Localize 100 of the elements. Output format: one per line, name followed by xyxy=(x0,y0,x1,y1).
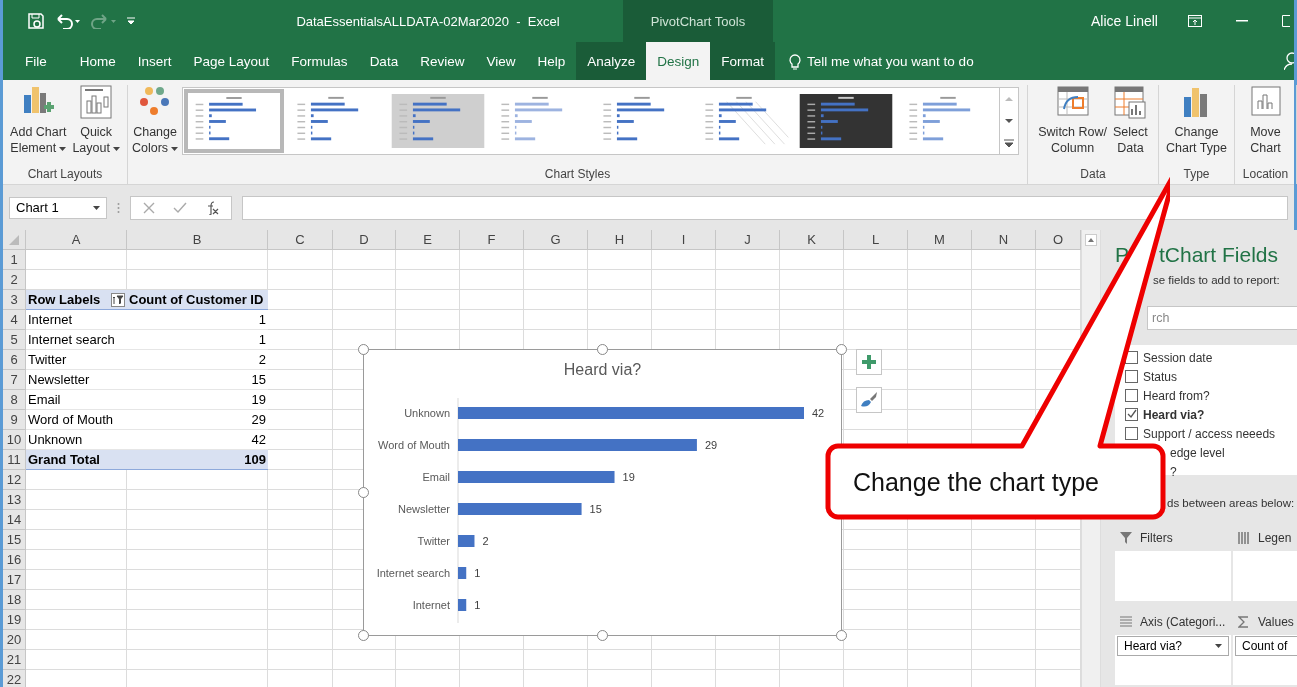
area-label: Values xyxy=(1258,615,1294,629)
table-cell: Unknown xyxy=(26,430,127,450)
area-label: Axis (Categori... xyxy=(1140,615,1226,629)
column-header[interactable]: G xyxy=(524,230,588,250)
column-header[interactable]: E xyxy=(396,230,460,250)
column-header[interactable]: C xyxy=(268,230,333,250)
row-header[interactable]: 20 xyxy=(3,630,26,650)
field-label[interactable]: Session date xyxy=(1143,350,1213,365)
ribbon-tab[interactable]: Page Layout xyxy=(182,42,281,80)
column-header[interactable]: K xyxy=(780,230,844,250)
category-label: Newsletter xyxy=(398,503,450,515)
field-dropdown[interactable]: Heard via? xyxy=(1117,636,1229,656)
ribbon-tab[interactable]: View xyxy=(475,42,527,80)
name-box[interactable]: Chart 1 xyxy=(9,196,107,219)
table-cell: Email xyxy=(26,390,127,410)
data-label: 1 xyxy=(474,599,481,611)
ribbon-tab[interactable]: Help xyxy=(526,42,577,80)
bar-chart[interactable]: Unknown 42 Word of Mouth 29 Email 19 Newsletter 15 Twitter 2 Internet search 1 Internet 1 Heard via? xyxy=(363,349,842,636)
column-header[interactable]: M xyxy=(908,230,972,250)
ribbon-tab[interactable]: Review xyxy=(409,42,476,80)
table-cell: Internet xyxy=(26,310,127,330)
drop-area[interactable]: Heard via? xyxy=(1115,635,1231,685)
row-header[interactable]: 14 xyxy=(3,510,26,530)
row-header[interactable]: 17 xyxy=(3,570,26,590)
table-cell: Internet search xyxy=(26,330,127,350)
row-header[interactable]: 2 xyxy=(3,270,26,290)
data-label: 15 xyxy=(589,503,602,515)
table-cell: Twitter xyxy=(26,350,127,370)
row-header[interactable]: 12 xyxy=(3,470,26,490)
group-label: Data xyxy=(1079,167,1107,183)
row-header[interactable]: 10 xyxy=(3,430,26,450)
row-header[interactable]: 1 xyxy=(3,250,26,270)
row-header[interactable]: 3 xyxy=(3,290,26,310)
ribbon-button[interactable]: Change Colors xyxy=(130,85,181,156)
row-header[interactable]: 16 xyxy=(3,550,26,570)
user-name[interactable]: Alice Linell xyxy=(1091,13,1158,29)
ribbon-button[interactable]: Change Chart Type xyxy=(1164,85,1229,156)
field-label[interactable]: Status xyxy=(1143,369,1178,384)
row-header[interactable]: 9 xyxy=(3,410,26,430)
group-label: Chart Layouts xyxy=(26,167,104,183)
ribbon-tab[interactable]: Formulas xyxy=(280,42,359,80)
ribbon-button[interactable]: Move Chart xyxy=(1247,85,1284,156)
row-header[interactable]: 15 xyxy=(3,530,26,550)
table-cell: 109 xyxy=(127,450,268,470)
ribbon-tab[interactable]: Design xyxy=(646,42,711,80)
row-header[interactable]: 18 xyxy=(3,590,26,610)
column-header[interactable]: N xyxy=(972,230,1036,250)
row-header[interactable]: 7 xyxy=(3,370,26,390)
row-header[interactable]: 4 xyxy=(3,310,26,330)
ribbon-tab[interactable]: Format xyxy=(710,42,776,80)
data-label: 2 xyxy=(482,535,489,547)
table-cell: 29 xyxy=(127,410,268,430)
field-label[interactable]: ? xyxy=(1170,464,1177,479)
group-label: Location xyxy=(1241,167,1290,183)
row-header[interactable]: 8 xyxy=(3,390,26,410)
field-label[interactable]: edge level xyxy=(1170,445,1225,460)
ribbon-tab[interactable]: File xyxy=(3,42,69,80)
row-header[interactable]: 11 xyxy=(3,450,26,470)
column-header[interactable]: A xyxy=(26,230,127,250)
ribbon-tab[interactable]: Insert xyxy=(126,42,183,80)
window-title: DataEssentialsALLDATA-02Mar2020 - Excel xyxy=(295,13,561,29)
drop-area[interactable]: Count of xyxy=(1233,635,1297,685)
row-header[interactable]: 6 xyxy=(3,350,26,370)
column-header[interactable]: D xyxy=(333,230,396,250)
pane-title: tChart Fields xyxy=(1159,243,1279,266)
ribbon-button[interactable]: Select Data xyxy=(1111,85,1150,156)
table-header: Count of Customer ID xyxy=(127,290,268,310)
category-label: Email xyxy=(422,471,450,483)
table-cell: 1 xyxy=(127,330,268,350)
column-header[interactable]: B xyxy=(127,230,268,250)
row-header[interactable]: 5 xyxy=(3,330,26,350)
row-header[interactable]: 19 xyxy=(3,610,26,630)
tell-me-field[interactable]: Tell me what you want to do xyxy=(807,53,974,69)
field-label[interactable]: Support / access neeeds xyxy=(1143,426,1276,441)
ribbon-tab[interactable]: Analyze xyxy=(576,42,647,80)
field-label[interactable]: Heard via? xyxy=(1143,407,1205,422)
category-label: Word of Mouth xyxy=(378,439,450,451)
row-header[interactable]: 22 xyxy=(3,670,26,687)
row-header[interactable]: 13 xyxy=(3,490,26,510)
column-header[interactable]: L xyxy=(844,230,908,250)
ribbon-button[interactable]: Switch Row/ Column xyxy=(1036,85,1109,156)
ribbon-tab[interactable]: Data xyxy=(358,42,410,80)
table-cell: 2 xyxy=(127,350,268,370)
chart-title: Heard via? xyxy=(563,361,642,379)
column-header[interactable]: I xyxy=(652,230,716,250)
category-label: Twitter xyxy=(417,535,450,547)
column-header[interactable]: O xyxy=(1036,230,1081,250)
area-label: Legen xyxy=(1258,531,1292,545)
field-label[interactable]: Heard from? xyxy=(1143,388,1210,403)
column-header[interactable]: J xyxy=(716,230,780,250)
search-field[interactable]: rch xyxy=(1147,306,1297,330)
ribbon-button[interactable]: Quick Layout xyxy=(70,85,122,156)
ribbon-button[interactable]: Add Chart Element xyxy=(8,85,69,156)
column-header[interactable]: F xyxy=(460,230,524,250)
data-label: 29 xyxy=(704,439,718,451)
row-header[interactable]: 21 xyxy=(3,650,26,670)
field-dropdown[interactable]: Count of xyxy=(1235,636,1297,656)
ribbon-tab[interactable]: Home xyxy=(68,42,127,80)
column-header[interactable]: H xyxy=(588,230,652,250)
table-cell: Grand Total xyxy=(26,450,127,470)
